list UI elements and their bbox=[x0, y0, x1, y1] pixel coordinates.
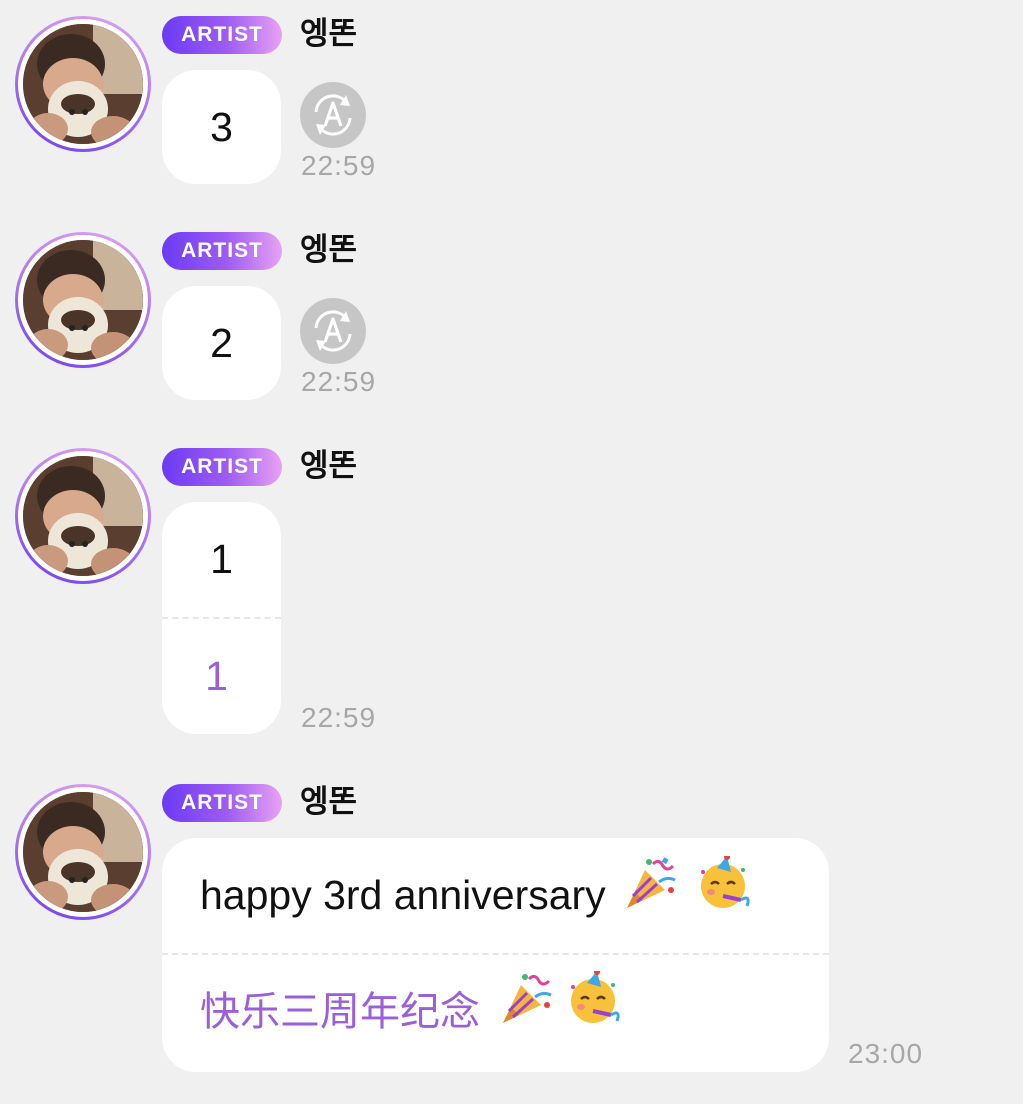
message-text: happy 3rd anniversary bbox=[200, 872, 606, 918]
avatar-photo bbox=[23, 240, 143, 360]
avatar[interactable] bbox=[15, 448, 151, 584]
translate-a-icon[interactable] bbox=[300, 298, 366, 364]
sender-name: 엥똔 bbox=[300, 448, 358, 484]
artist-badge: ARTIST bbox=[162, 448, 282, 486]
avatar-photo bbox=[23, 792, 143, 912]
message-bubble[interactable]: 3 bbox=[162, 70, 281, 184]
message-bubble[interactable]: 2 bbox=[162, 286, 281, 400]
timestamp: 22:59 bbox=[301, 366, 377, 397]
message-text: 1 bbox=[210, 536, 233, 582]
timestamp: 22:59 bbox=[301, 702, 377, 733]
message-text: 3 bbox=[210, 104, 233, 150]
message-line-original: happy 3rd anniversary bbox=[162, 838, 829, 953]
partying-face-icon bbox=[567, 957, 623, 1072]
sender-name: 엥똔 bbox=[300, 16, 358, 52]
translate-a-icon[interactable] bbox=[300, 82, 366, 148]
translation-text: 1 bbox=[205, 653, 228, 699]
message-bubble[interactable]: happy 3rd anniversary 快乐三周年纪念 bbox=[162, 838, 829, 1072]
message-bubble[interactable]: 1 1 bbox=[162, 502, 281, 734]
artist-badge: ARTIST bbox=[162, 784, 282, 822]
translation-text: 快乐三周年纪念 bbox=[200, 989, 480, 1035]
artist-badge: ARTIST bbox=[162, 16, 282, 54]
sender-name: 엥똔 bbox=[300, 784, 358, 820]
sender-name: 엥똔 bbox=[300, 232, 358, 268]
avatar[interactable] bbox=[15, 16, 151, 152]
timestamp: 23:00 bbox=[848, 1038, 924, 1069]
chat-thread: ARTIST 엥똔 3 22:59 ARTIST 엥똔 2 22:59 ARTI… bbox=[0, 0, 1023, 1104]
artist-badge: ARTIST bbox=[162, 232, 282, 270]
message-line-translation: 快乐三周年纪念 bbox=[162, 955, 829, 1070]
avatar-photo bbox=[23, 456, 143, 576]
avatar[interactable] bbox=[15, 232, 151, 368]
party-popper-icon bbox=[623, 841, 679, 956]
avatar-photo bbox=[23, 24, 143, 144]
partying-face-icon bbox=[697, 841, 753, 956]
message-text: 2 bbox=[210, 320, 233, 366]
avatar[interactable] bbox=[15, 784, 151, 920]
timestamp: 22:59 bbox=[301, 150, 377, 181]
party-popper-icon bbox=[499, 957, 555, 1072]
